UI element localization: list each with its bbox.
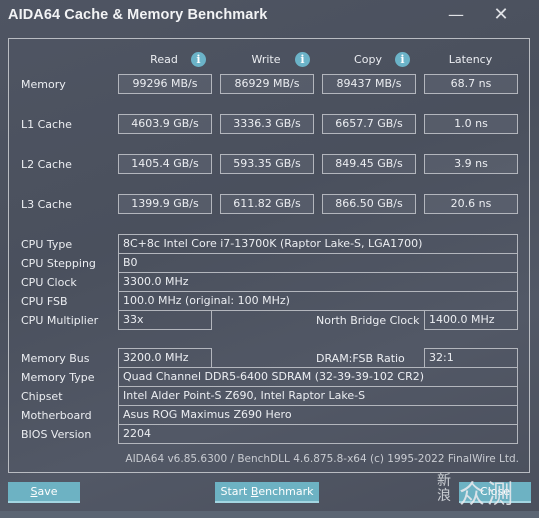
cpu-multiplier-label: CPU Multiplier [21,314,99,327]
l3-read-value: 1399.9 GB/s [118,194,212,214]
memory-write-value: 86929 MB/s [220,74,314,94]
column-header-latency: Latency [448,53,493,66]
memory-bus-value: 3200.0 MHz [118,348,212,368]
chipset-label: Chipset [21,390,63,403]
l1-latency-value: 1.0 ns [424,114,518,134]
save-label: ave [37,485,58,498]
l2-copy-value: 849.45 GB/s [322,154,416,174]
north-bridge-clock-label: North Bridge Clock [316,314,420,327]
memory-read-value: 99296 MB/s [118,74,212,94]
read-info-icon[interactable]: i [191,52,206,67]
save-button[interactable]: Save [8,482,80,503]
bios-version-value: 2204 [118,424,518,444]
start-benchmark-button[interactable]: Start Benchmark [215,482,319,503]
cpu-type-label: CPU Type [21,238,73,251]
cpu-fsb-value: 100.0 MHz (original: 100 MHz) [118,291,518,311]
l2-write-value: 593.35 GB/s [220,154,314,174]
bios-version-label: BIOS Version [21,428,92,441]
l3-write-value: 611.82 GB/s [220,194,314,214]
watermark-char-bottom: 浪 [437,488,451,504]
memory-type-value: Quad Channel DDR5-6400 SDRAM (32-39-39-1… [118,367,518,387]
row-label-memory: Memory [21,78,66,91]
cpu-clock-value: 3300.0 MHz [118,272,518,292]
memory-copy-value: 89437 MB/s [322,74,416,94]
l1-write-value: 3336.3 GB/s [220,114,314,134]
write-info-icon[interactable]: i [295,52,310,67]
copy-info-icon[interactable]: i [395,52,410,67]
l1-read-value: 4603.9 GB/s [118,114,212,134]
l2-read-value: 1405.4 GB/s [118,154,212,174]
memory-bus-label: Memory Bus [21,352,90,365]
cpu-multiplier-value: 33x [118,310,212,330]
minimize-icon: — [448,5,464,24]
column-header-write: Write [251,53,281,66]
l3-copy-value: 866.50 GB/s [322,194,416,214]
benchmark-panel: Read i Write i Copy i Latency Memory 992… [8,38,530,473]
bottom-strip [0,511,539,518]
watermark-char-top: 新 [437,473,451,489]
memory-latency-value: 68.7 ns [424,74,518,94]
window-title: AIDA64 Cache & Memory Benchmark [8,7,268,23]
version-copyright: AIDA64 v6.85.6300 / BenchDLL 4.6.875.8-x… [125,453,519,465]
l3-latency-value: 20.6 ns [424,194,518,214]
row-label-l3-cache: L3 Cache [21,198,72,211]
watermark-big: 众测 [459,480,516,510]
title-bar: AIDA64 Cache & Memory Benchmark — ✕ [0,0,539,34]
start-label-prefix: Start [220,485,251,498]
close-icon: ✕ [493,4,509,25]
start-label-rest: enchmark [258,485,314,498]
north-bridge-clock-value: 1400.0 MHz [424,310,518,330]
cpu-stepping-value: B0 [118,253,518,273]
cpu-clock-label: CPU Clock [21,276,77,289]
row-label-l1-cache: L1 Cache [21,118,72,131]
watermark-small: 新 浪 [437,474,451,504]
cpu-fsb-label: CPU FSB [21,295,68,308]
l2-latency-value: 3.9 ns [424,154,518,174]
column-header-copy: Copy [354,53,382,66]
column-header-read: Read [150,53,178,66]
dram-fsb-ratio-value: 32:1 [424,348,518,368]
motherboard-value: Asus ROG Maximus Z690 Hero [118,405,518,425]
memory-type-label: Memory Type [21,371,95,384]
chipset-value: Intel Alder Point-S Z690, Intel Raptor L… [118,386,518,406]
l1-copy-value: 6657.7 GB/s [322,114,416,134]
dram-fsb-ratio-label: DRAM:FSB Ratio [316,352,405,365]
cpu-stepping-label: CPU Stepping [21,257,96,270]
cpu-type-value: 8C+8c Intel Core i7-13700K (Raptor Lake-… [118,234,518,254]
close-window-button[interactable]: ✕ [486,4,516,26]
minimize-button[interactable]: — [441,4,471,26]
row-label-l2-cache: L2 Cache [21,158,72,171]
motherboard-label: Motherboard [21,409,92,422]
